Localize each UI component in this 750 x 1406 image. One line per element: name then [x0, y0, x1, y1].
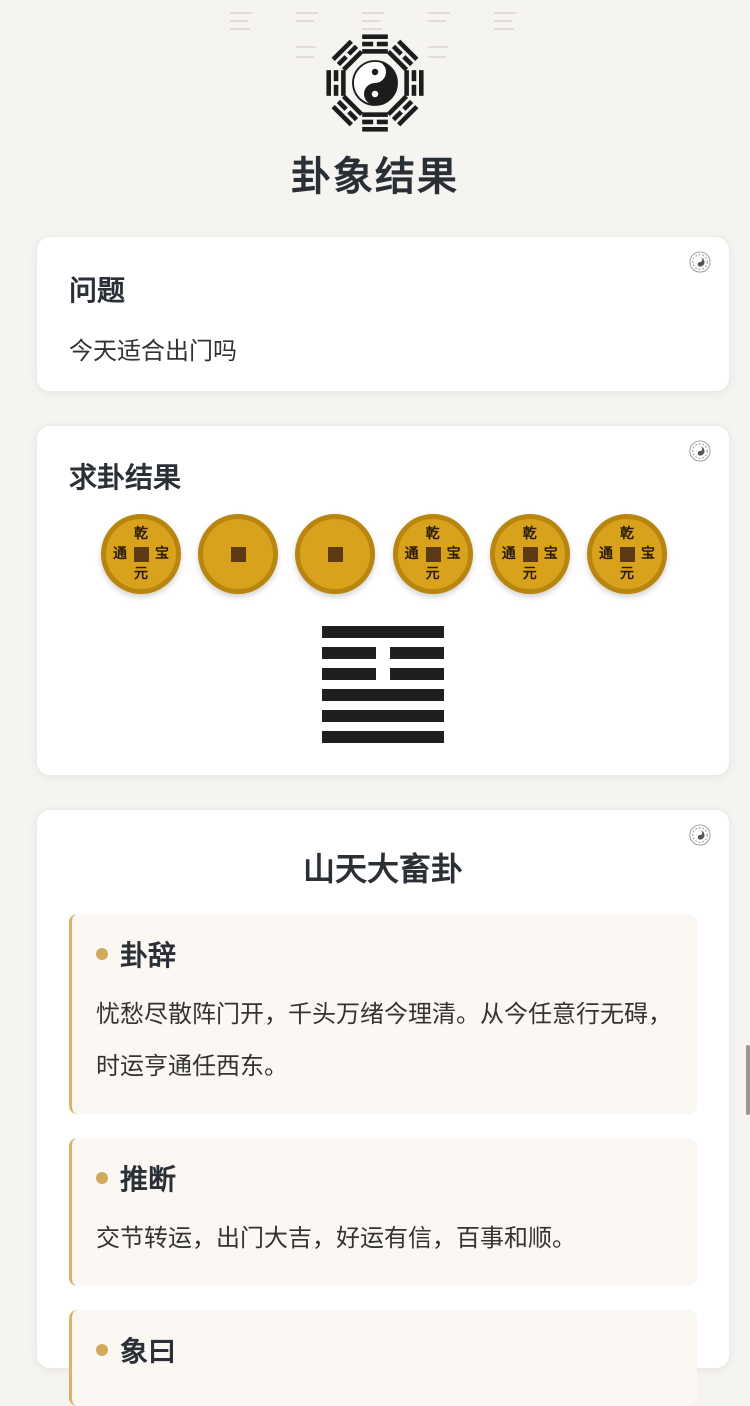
taiji-icon	[689, 440, 711, 462]
line-segment	[390, 668, 444, 680]
yang-line	[322, 626, 444, 638]
bagua-icon	[326, 34, 424, 132]
section-text: 忧愁尽散阵门开，千头万绪今理清。从今任意行无碍，时运亨通任西东。	[96, 1000, 672, 1080]
line-segment	[322, 626, 444, 638]
coin-hole	[522, 547, 538, 562]
line-segment	[322, 731, 444, 743]
bullet-dot-icon	[96, 1172, 108, 1184]
header: 卦象结果	[0, 28, 750, 202]
bullet-dot-icon	[96, 1344, 108, 1356]
question-heading: 问题	[69, 274, 126, 307]
section-heading: 象曰	[120, 1335, 177, 1368]
scrollbar[interactable]	[746, 1045, 750, 1115]
result-heading: 求卦结果	[69, 461, 182, 494]
section-guaci: 卦辞 忧愁尽散阵门开，千头万绪今理清。从今任意行无碍，时运亨通任西东。	[69, 914, 697, 1114]
question-text: 今天适合出门吗	[69, 337, 237, 365]
page-title: 卦象结果	[291, 154, 459, 200]
line-segment	[322, 689, 444, 701]
coin: 乾元 通宝	[101, 514, 181, 594]
coin	[198, 514, 279, 594]
coin-hole	[231, 547, 247, 562]
question-card: 问题 今天适合出门吗	[36, 236, 730, 392]
section-text: 交节转运，出门大吉，好运有信，百事和顺。	[96, 1224, 576, 1252]
coin-hole	[619, 547, 635, 562]
hexagram-name: 山天大畜卦	[302, 850, 463, 888]
taiji-icon	[689, 824, 711, 846]
yang-line	[322, 710, 444, 722]
yin-line	[322, 647, 444, 659]
section-heading: 卦辞	[120, 939, 177, 972]
yin-line	[322, 668, 444, 680]
coin-row: 乾元 通宝 乾元 通宝 乾元 通宝 乾元 通宝	[101, 514, 667, 594]
coin-hole	[425, 547, 441, 562]
line-segment	[322, 647, 376, 659]
section-tuiduan: 推断 交节转运，出门大吉，好运有信，百事和顺。	[69, 1138, 697, 1286]
bullet-dot-icon	[96, 948, 108, 960]
coin-hole	[134, 547, 149, 562]
coin: 乾元 通宝	[586, 514, 667, 594]
coin: 乾元 通宝	[392, 514, 473, 594]
section-xiangyue: 象曰	[69, 1310, 697, 1406]
yang-line	[322, 689, 444, 701]
taiji-icon	[689, 251, 711, 273]
yang-line	[322, 731, 444, 743]
line-segment	[322, 668, 376, 680]
coin	[295, 514, 376, 594]
line-segment	[322, 710, 444, 722]
interpretation-card: 山天大畜卦 卦辞 忧愁尽散阵门开，千头万绪今理清。从今任意行无碍，时运亨通任西东…	[36, 809, 730, 1406]
line-segment	[390, 647, 444, 659]
coin: 乾元 通宝	[489, 514, 570, 594]
result-card: 求卦结果 乾元 通宝 乾元 通宝 乾元 通宝 乾元 通宝	[36, 425, 730, 776]
section-heading: 推断	[120, 1163, 177, 1196]
hexagram-figure	[322, 626, 444, 752]
coin-hole	[328, 547, 344, 562]
